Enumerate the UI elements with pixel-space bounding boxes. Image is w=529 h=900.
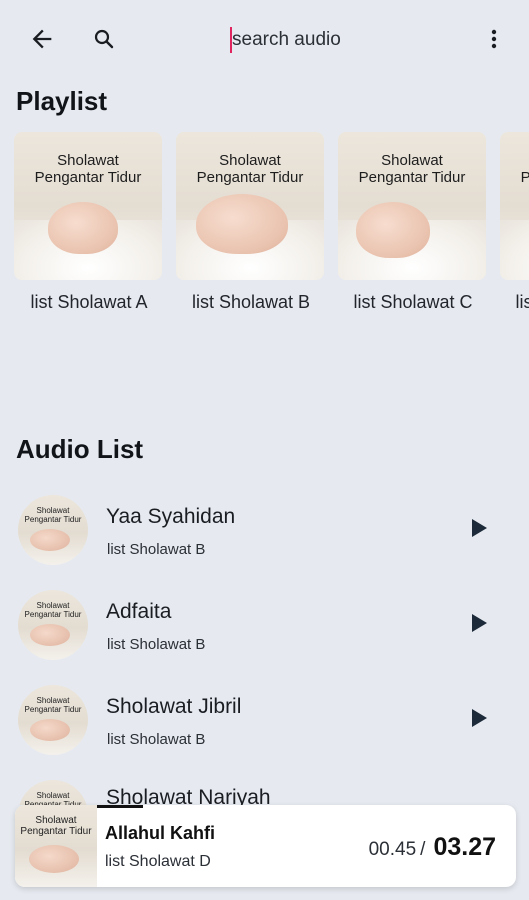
play-icon <box>472 614 487 632</box>
list-item[interactable]: Sholawat Pengantar Tidur Sholawat Nariya… <box>0 780 529 805</box>
playlist-label: list Sholawat A <box>30 292 148 312</box>
audio-playlist: list Sholawat B <box>107 541 206 558</box>
player-thumbnail: Sholawat Pengantar Tidur <box>15 805 97 887</box>
search-field[interactable] <box>230 24 450 56</box>
thumb-title-line1: Sholawat <box>35 815 77 826</box>
thumb-title-line2: Pengantar Tidur <box>24 705 82 714</box>
thumb-title-line2: Pengantar Tidur <box>24 515 82 524</box>
playlist-label: list Sholawat D <box>515 292 529 312</box>
audio-title: Adfaita <box>106 600 172 623</box>
thumb-title-line1: Sholawat <box>36 696 70 705</box>
search-icon <box>94 29 114 49</box>
arrow-left-icon <box>32 29 52 49</box>
play-button[interactable] <box>468 612 490 634</box>
search-button[interactable] <box>84 19 124 59</box>
now-playing-playlist: list Sholawat D <box>105 853 211 870</box>
cover-title: Sholawat Pengantar Tidur <box>500 152 529 186</box>
cover-blanket-image <box>500 220 529 280</box>
thumb-title: Sholawat Pengantar Tidur <box>18 791 88 805</box>
baby-image <box>196 194 288 254</box>
play-icon <box>472 519 487 537</box>
time-separator: / <box>420 839 426 860</box>
audio-thumbnail: Sholawat Pengantar Tidur <box>18 495 88 565</box>
audio-thumbnail: Sholawat Pengantar Tidur <box>18 685 88 755</box>
list-item[interactable]: Sholawat Pengantar Tidur Yaa Syahidan li… <box>0 495 529 581</box>
playlist-label: list Sholawat B <box>191 292 311 312</box>
audio-title: Sholawat Jibril <box>106 695 242 718</box>
thumb-title-line1: Sholawat <box>36 506 70 515</box>
cover-title-line1: Sholawat <box>500 152 529 169</box>
more-options-button[interactable] <box>474 19 514 59</box>
thumb-title-line2: Pengantar Tidur <box>20 826 92 837</box>
cover-title-line2: Pengantar Tidur <box>196 169 304 186</box>
audio-playlist: list Sholawat B <box>107 731 206 748</box>
back-button[interactable] <box>22 19 62 59</box>
audio-title: Yaa Syahidan <box>106 505 236 528</box>
top-bar <box>0 0 529 80</box>
playlist-card[interactable]: Sholawat Pengantar Tidur list Sholawat B <box>176 132 326 313</box>
cover-title-line2: Pengantar Tidur <box>34 169 142 186</box>
playlist-card[interactable]: Sholawat Pengantar Tidur list Sholawat D <box>500 132 529 313</box>
thumb-title: Sholawat Pengantar Tidur <box>18 601 88 619</box>
playback-progress-bar[interactable] <box>97 805 143 808</box>
now-playing-title: Allahul Kahfi <box>105 823 216 843</box>
audio-thumbnail: Sholawat Pengantar Tidur <box>18 780 88 805</box>
baby-image <box>356 202 430 258</box>
cover-title-line1: Sholawat <box>381 152 443 169</box>
thumb-title: Sholawat Pengantar Tidur <box>15 815 97 837</box>
more-vertical-icon <box>491 29 497 49</box>
playlist-card[interactable]: Sholawat Pengantar Tidur list Sholawat C <box>338 132 488 313</box>
playlist-card[interactable]: Sholawat Pengantar Tidur list Sholawat A <box>14 132 164 313</box>
thumb-title-line1: Sholawat <box>36 601 70 610</box>
list-item[interactable]: Sholawat Pengantar Tidur Adfaita list Sh… <box>0 590 529 676</box>
mini-player[interactable]: Sholawat Pengantar Tidur Allahul Kahfi l… <box>15 805 516 887</box>
playlist-cover: Sholawat Pengantar Tidur <box>338 132 486 280</box>
playback-time: 00.45 / 03.27 <box>369 833 496 862</box>
list-item[interactable]: Sholawat Pengantar Tidur Sholawat Jibril… <box>0 685 529 771</box>
play-button[interactable] <box>468 517 490 539</box>
baby-image <box>29 845 79 873</box>
thumb-title: Sholawat Pengantar Tidur <box>18 696 88 714</box>
thumb-title-line1: Sholawat <box>36 791 70 800</box>
cover-title-line2: Pengantar Tidur <box>358 169 466 186</box>
audio-title: Sholawat Nariyah <box>106 786 271 805</box>
baby-image <box>30 529 70 551</box>
audio-list-section-title: Audio List <box>16 434 144 464</box>
cover-title-line2: Pengantar Tidur <box>520 169 529 186</box>
audio-playlist: list Sholawat B <box>107 636 206 653</box>
playlist-cover: Sholawat Pengantar Tidur <box>14 132 162 280</box>
play-button[interactable] <box>468 707 490 729</box>
total-time: 03.27 <box>433 833 496 861</box>
baby-image <box>30 624 70 646</box>
cover-title: Sholawat Pengantar Tidur <box>176 152 324 186</box>
baby-image <box>48 202 118 254</box>
audio-thumbnail: Sholawat Pengantar Tidur <box>18 590 88 660</box>
thumb-title-line2: Pengantar Tidur <box>24 610 82 619</box>
baby-image <box>30 719 70 741</box>
thumb-title: Sholawat Pengantar Tidur <box>18 506 88 524</box>
cover-title: Sholawat Pengantar Tidur <box>338 152 486 186</box>
play-icon <box>472 709 487 727</box>
playlist-carousel[interactable]: Sholawat Pengantar Tidur list Sholawat A… <box>14 132 529 332</box>
cover-title-line1: Sholawat <box>219 152 281 169</box>
cover-title: Sholawat Pengantar Tidur <box>14 152 162 186</box>
playlist-cover: Sholawat Pengantar Tidur <box>500 132 529 280</box>
playlist-cover: Sholawat Pengantar Tidur <box>176 132 324 280</box>
current-time: 00.45 <box>368 839 417 860</box>
search-input[interactable] <box>232 29 432 51</box>
playlist-label: list Sholawat C <box>353 292 473 312</box>
playlist-section-title: Playlist <box>16 86 108 116</box>
cover-title-line1: Sholawat <box>57 152 119 169</box>
